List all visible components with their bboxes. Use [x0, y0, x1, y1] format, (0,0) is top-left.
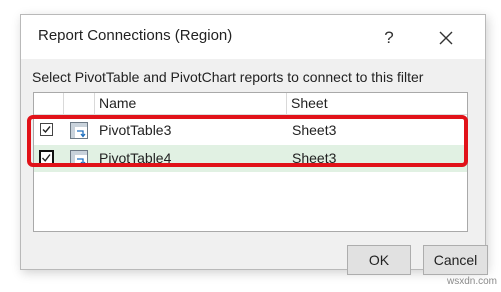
row-sheet: Sheet3: [292, 122, 337, 138]
cancel-button[interactable]: Cancel: [423, 245, 488, 275]
watermark: wsxdn.com: [447, 276, 498, 287]
checkbox-pivottable3[interactable]: [40, 123, 53, 136]
ok-button[interactable]: OK: [347, 245, 411, 275]
pivottable-icon: [70, 150, 88, 167]
column-header-icon: [64, 93, 95, 114]
column-header-sheet[interactable]: Sheet: [287, 93, 467, 114]
checkbox-pivottable4[interactable]: [39, 150, 54, 166]
close-button[interactable]: [426, 23, 466, 53]
checkmark-icon: [41, 154, 51, 162]
column-header-check: [34, 93, 64, 114]
list-header: Name Sheet: [34, 93, 467, 115]
list-item[interactable]: PivotTable3 Sheet3: [34, 117, 467, 144]
help-button[interactable]: ?: [369, 23, 409, 53]
close-icon: [439, 31, 453, 45]
report-list[interactable]: Name Sheet PivotTable3 Sheet3 PivotTable…: [33, 92, 468, 232]
column-header-sheet-label: Sheet: [291, 95, 328, 111]
report-connections-dialog: Report Connections (Region) ? Select Piv…: [20, 14, 488, 275]
column-header-name-label: Name: [99, 95, 137, 111]
row-name: PivotTable4: [99, 150, 172, 166]
column-header-name[interactable]: Name: [95, 93, 287, 114]
title-bar: Report Connections (Region) ?: [21, 15, 485, 59]
pivottable-icon: [70, 122, 88, 139]
list-item[interactable]: PivotTable4 Sheet3: [34, 145, 467, 172]
instructions-text: Select PivotTable and PivotChart reports…: [32, 69, 424, 85]
dialog-title: Report Connections (Region): [38, 27, 233, 44]
checkmark-icon: [42, 126, 51, 134]
row-sheet: Sheet3: [292, 150, 337, 166]
row-name: PivotTable3: [99, 122, 172, 138]
